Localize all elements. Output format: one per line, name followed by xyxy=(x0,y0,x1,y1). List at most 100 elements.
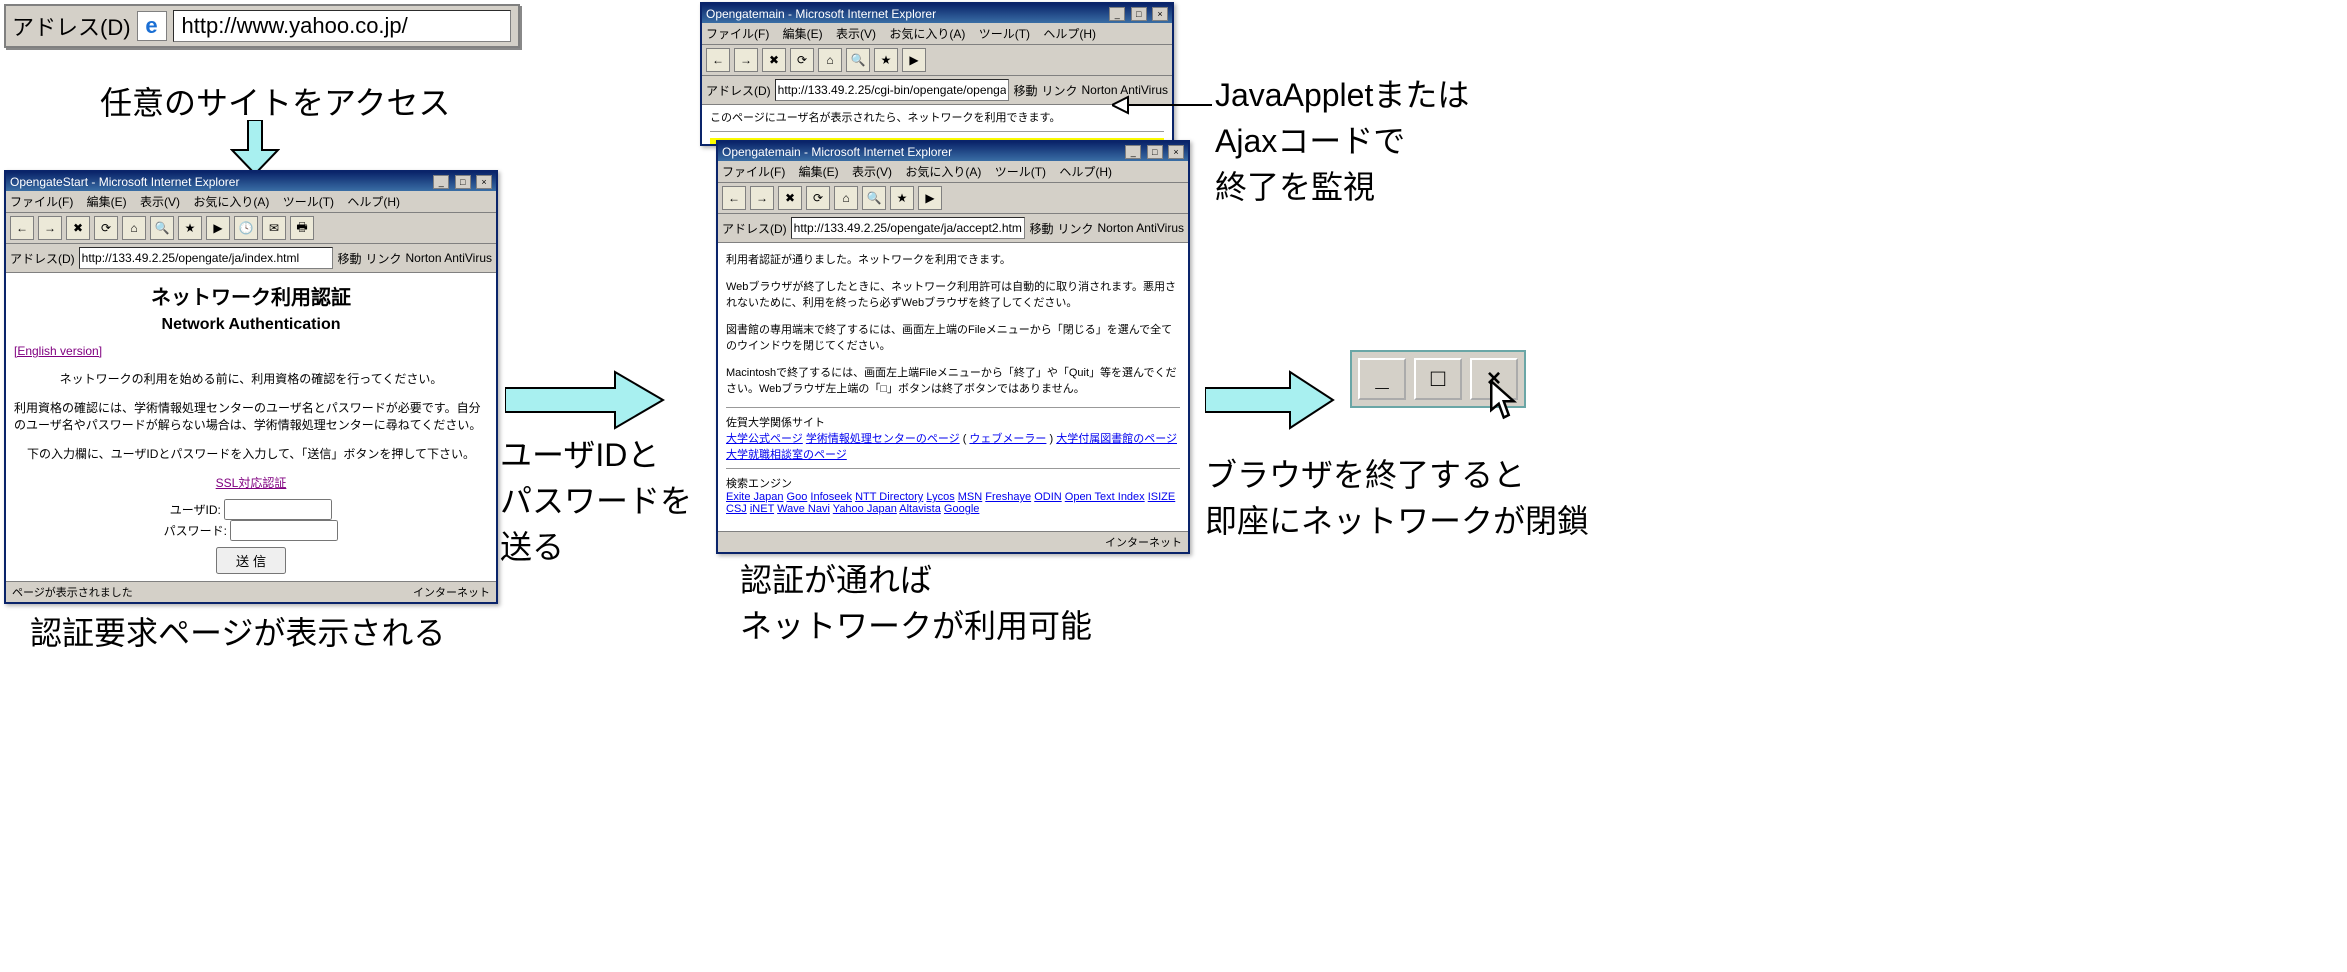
minimize-button[interactable]: _ xyxy=(433,175,449,189)
fwd-button[interactable]: → xyxy=(38,216,62,240)
window-title: Opengatemain - Microsoft Internet Explor… xyxy=(706,7,936,21)
accept-line4: Macintoshで終了するには、画面左上端Fileメニューから「終了」や「Qu… xyxy=(726,364,1180,396)
close-button[interactable]: × xyxy=(476,175,492,189)
rel-link[interactable]: 学術情報処理センターのページ xyxy=(806,433,960,445)
rel-link[interactable]: ウェブメーラー xyxy=(969,433,1046,445)
fav-button[interactable]: ★ xyxy=(178,216,202,240)
menu-file[interactable]: ファイル(F) xyxy=(10,195,73,209)
address-input[interactable] xyxy=(775,79,1010,101)
search-link[interactable]: NTT Directory xyxy=(855,491,923,503)
menu-tools[interactable]: ツール(T) xyxy=(995,165,1046,179)
stop-button[interactable]: ✖ xyxy=(762,48,786,72)
menu-file[interactable]: ファイル(F) xyxy=(706,27,769,41)
close-button[interactable]: × xyxy=(1168,145,1184,159)
window-buttons: _ □ × xyxy=(431,174,492,189)
minimize-button[interactable]: _ xyxy=(1109,7,1125,21)
menu-fav[interactable]: お気に入り(A) xyxy=(905,165,981,179)
password-input[interactable] xyxy=(230,520,338,541)
fav-button[interactable]: ★ xyxy=(890,186,914,210)
stop-button[interactable]: ✖ xyxy=(66,216,90,240)
history-button[interactable]: 🕓 xyxy=(234,216,258,240)
menu-help[interactable]: ヘルプ(H) xyxy=(347,195,400,209)
maximize-button[interactable]: □ xyxy=(455,175,471,189)
fwd-button[interactable]: → xyxy=(734,48,758,72)
search-button[interactable]: 🔍 xyxy=(150,216,174,240)
maximize-button[interactable]: □ xyxy=(1147,145,1163,159)
statusbar: インターネット xyxy=(718,531,1188,552)
search-link[interactable]: Goo xyxy=(787,491,808,503)
search-button[interactable]: 🔍 xyxy=(846,48,870,72)
links-label: リンク xyxy=(1057,220,1093,237)
back-button[interactable]: ← xyxy=(10,216,34,240)
menubar: ファイル(F) 編集(E) 表示(V) お気に入り(A) ツール(T) ヘルプ(… xyxy=(6,191,496,213)
search-link[interactable]: Exite Japan xyxy=(726,491,783,503)
go-button[interactable]: 移動 xyxy=(1013,82,1037,99)
statusbar: ページが表示されました インターネット xyxy=(6,581,496,602)
home-button[interactable]: ⌂ xyxy=(834,186,858,210)
refresh-button[interactable]: ⟳ xyxy=(806,186,830,210)
menu-edit[interactable]: 編集(E) xyxy=(799,165,839,179)
window-title: OpengateStart - Microsoft Internet Explo… xyxy=(10,175,239,189)
go-button[interactable]: 移動 xyxy=(337,250,361,267)
search-link[interactable]: ODIN xyxy=(1034,491,1062,503)
address-url[interactable]: http://www.yahoo.co.jp/ xyxy=(173,10,511,42)
maximize-button[interactable]: □ xyxy=(1131,7,1147,21)
media-button[interactable]: ▶ xyxy=(902,48,926,72)
menu-edit[interactable]: 編集(E) xyxy=(783,27,823,41)
refresh-button[interactable]: ⟳ xyxy=(94,216,118,240)
back-button[interactable]: ← xyxy=(722,186,746,210)
search-link[interactable]: Freshaye xyxy=(985,491,1031,503)
submit-button[interactable]: 送 信 xyxy=(216,547,286,574)
toolbar: ← → ✖ ⟳ ⌂ 🔍 ★ ▶ xyxy=(718,183,1188,214)
search-link[interactable]: CSJ xyxy=(726,503,747,515)
maximize-button[interactable]: □ xyxy=(1414,358,1462,400)
ssl-link[interactable]: SSL対応認証 xyxy=(216,476,287,490)
fav-button[interactable]: ★ xyxy=(874,48,898,72)
menu-fav[interactable]: お気に入り(A) xyxy=(889,27,965,41)
menu-help[interactable]: ヘルプ(H) xyxy=(1043,27,1096,41)
go-button[interactable]: 移動 xyxy=(1029,220,1053,237)
fwd-button[interactable]: → xyxy=(750,186,774,210)
menu-tools[interactable]: ツール(T) xyxy=(979,27,1030,41)
media-button[interactable]: ▶ xyxy=(206,216,230,240)
back-button[interactable]: ← xyxy=(706,48,730,72)
search-link[interactable]: Google xyxy=(944,503,979,515)
status-text: ページが表示されました xyxy=(12,584,133,600)
refresh-button[interactable]: ⟳ xyxy=(790,48,814,72)
search-link[interactable]: Altavista xyxy=(899,503,941,515)
address-input[interactable] xyxy=(791,217,1026,239)
menu-view[interactable]: 表示(V) xyxy=(852,165,892,179)
search-link[interactable]: Open Text Index xyxy=(1065,491,1145,503)
menu-edit[interactable]: 編集(E) xyxy=(87,195,127,209)
minimize-button[interactable]: _ xyxy=(1358,358,1406,400)
home-button[interactable]: ⌂ xyxy=(122,216,146,240)
minimize-button[interactable]: _ xyxy=(1125,145,1141,159)
stop-button[interactable]: ✖ xyxy=(778,186,802,210)
menu-fav[interactable]: お気に入り(A) xyxy=(193,195,269,209)
menu-help[interactable]: ヘルプ(H) xyxy=(1059,165,1112,179)
search-link[interactable]: ISIZE xyxy=(1148,491,1176,503)
search-link[interactable]: Yahoo Japan xyxy=(833,503,897,515)
media-button[interactable]: ▶ xyxy=(918,186,942,210)
menu-view[interactable]: 表示(V) xyxy=(140,195,180,209)
userid-input[interactable] xyxy=(224,499,332,520)
search-link[interactable]: Wave Navi xyxy=(777,503,830,515)
mail-button[interactable]: ✉ xyxy=(262,216,286,240)
menu-file[interactable]: ファイル(F) xyxy=(722,165,785,179)
search-link[interactable]: iNET xyxy=(750,503,774,515)
rel-link[interactable]: 大学付属図書館のページ xyxy=(1056,433,1177,445)
close-button[interactable]: × xyxy=(1470,358,1518,400)
search-link[interactable]: Infoseek xyxy=(810,491,852,503)
address-input[interactable] xyxy=(79,247,334,269)
search-link[interactable]: Lycos xyxy=(926,491,954,503)
print-button[interactable]: 🖶 xyxy=(290,216,314,240)
menu-view[interactable]: 表示(V) xyxy=(836,27,876,41)
menu-tools[interactable]: ツール(T) xyxy=(283,195,334,209)
rel-link[interactable]: 大学就職相談室のページ xyxy=(726,449,847,461)
english-link[interactable]: [English version] xyxy=(14,344,102,358)
rel-link[interactable]: 大学公式ページ xyxy=(726,433,803,445)
search-link[interactable]: MSN xyxy=(958,491,982,503)
close-button[interactable]: × xyxy=(1152,7,1168,21)
search-button[interactable]: 🔍 xyxy=(862,186,886,210)
home-button[interactable]: ⌂ xyxy=(818,48,842,72)
